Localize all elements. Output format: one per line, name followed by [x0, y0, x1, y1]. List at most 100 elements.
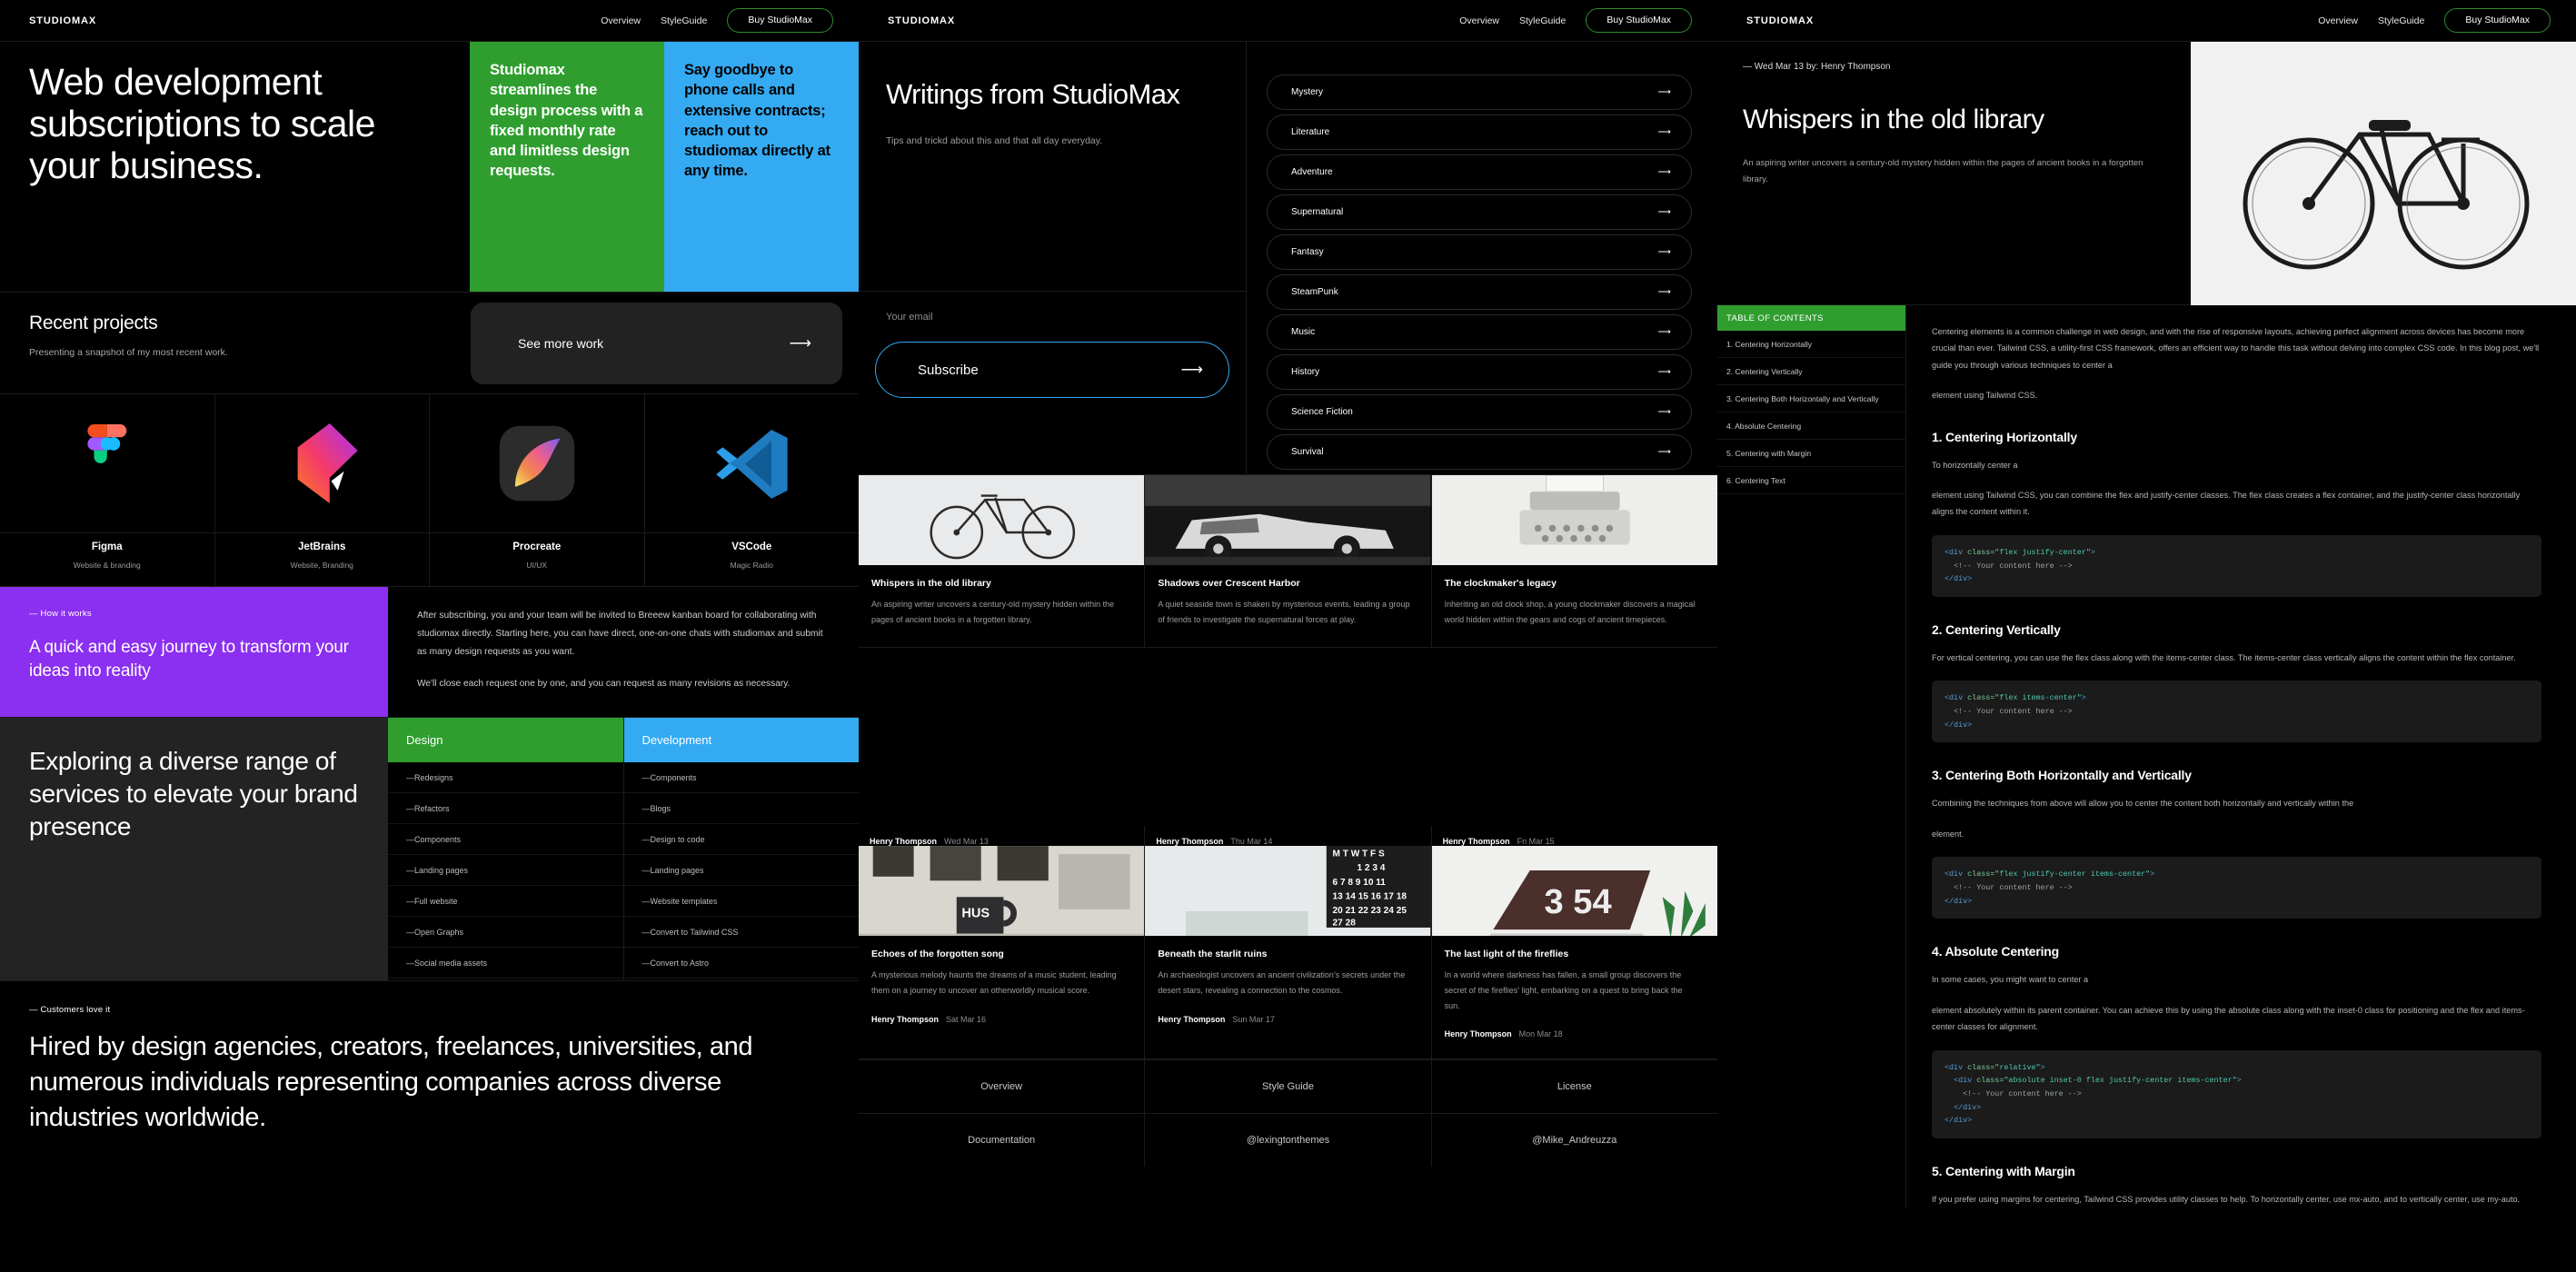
footer-link-overview[interactable]: Overview: [859, 1060, 1146, 1114]
footer-links-row-2: Documentation @lexingtonthemes @Mike_And…: [859, 1113, 1717, 1168]
article-card[interactable]: Shadows over Crescent Harbor A quiet sea…: [1145, 475, 1432, 648]
top-navigation-bar-2: STUDIOMAX Overview StyleGuide Buy Studio…: [859, 0, 1717, 42]
writings-subtitle: Tips and trickd about this and that all …: [886, 135, 1103, 147]
service-item[interactable]: —Components: [388, 824, 623, 855]
service-item[interactable]: —Open Graphs: [388, 917, 623, 948]
article-desc: Inheriting an old clock shop, a young cl…: [1444, 600, 1696, 624]
buy-studiomax-button[interactable]: Buy StudioMax: [727, 8, 833, 33]
footer-link-mike-andreuzza[interactable]: @Mike_Andreuzza: [1432, 1114, 1717, 1167]
article-hero-image: [2191, 42, 2576, 305]
project-logo-jetbrains[interactable]: [215, 394, 430, 532]
project-logo-vscode[interactable]: [645, 394, 860, 532]
byline-author: Henry Thompson: [1156, 837, 1224, 847]
article-intro-1: Centering elements is a common challenge…: [1932, 327, 2540, 370]
brand-logo[interactable]: STUDIOMAX: [29, 15, 96, 26]
service-item[interactable]: —Convert to Tailwind CSS: [623, 917, 859, 948]
toc-item[interactable]: 2. Centering Vertically: [1717, 358, 1905, 385]
arrow-right-icon: ⟶: [1657, 287, 1671, 297]
article-page-subtitle: An aspiring writer uncovers a century-ol…: [1743, 158, 2143, 185]
toc-item[interactable]: 5. Centering with Margin: [1717, 440, 1905, 467]
category-item[interactable]: Supernatural ⟶: [1267, 194, 1692, 230]
footer-link-lexingtonthemes[interactable]: @lexingtonthemes: [1145, 1114, 1432, 1168]
service-item[interactable]: —Landing pages: [388, 855, 623, 886]
category-item[interactable]: SteamPunk ⟶: [1267, 274, 1692, 310]
footer-link-style-guide[interactable]: Style Guide: [1145, 1060, 1432, 1114]
category-item[interactable]: Mystery ⟶: [1267, 75, 1692, 110]
buy-studiomax-button[interactable]: Buy StudioMax: [2444, 8, 2551, 33]
recent-projects-text: Recent projects Presenting a snapshot of…: [0, 293, 471, 393]
article-card[interactable]: 3 54 The last light of the fireflies In …: [1431, 846, 1717, 1058]
service-item[interactable]: —Components: [623, 762, 859, 793]
email-input[interactable]: Your email: [859, 291, 1246, 342]
article-title: Echoes of the forgotten song: [871, 949, 1004, 960]
service-item[interactable]: —Full website: [388, 886, 623, 917]
category-label: Mystery: [1291, 87, 1323, 97]
see-more-work-button[interactable]: See more work ⟶: [471, 302, 842, 384]
section-heading: 4. Absolute Centering: [1932, 944, 2059, 959]
category-item[interactable]: Science Fiction ⟶: [1267, 394, 1692, 430]
blank-gap: [859, 648, 1717, 826]
project-logo-procreate[interactable]: [430, 394, 645, 532]
project-logo-figma[interactable]: [0, 394, 215, 532]
vscode-logo-icon: [716, 430, 788, 499]
figma-logo-icon: [87, 424, 126, 463]
nav-link-styleguide[interactable]: StyleGuide: [1519, 15, 1566, 26]
toc-item[interactable]: 6. Centering Text: [1717, 467, 1905, 494]
article-card[interactable]: HUS Echoes of the forgotten song A myste…: [859, 846, 1146, 1059]
article-card-body: Shadows over Crescent Harbor A quiet sea…: [1145, 565, 1430, 647]
nav-links: Overview StyleGuide Buy StudioMax: [2318, 8, 2551, 33]
section-heading: 3. Centering Both Horizontally and Verti…: [1932, 768, 2192, 783]
service-item[interactable]: —Design to code: [623, 824, 859, 855]
article-card-body: The clockmaker's legacy Inheriting an ol…: [1432, 565, 1717, 647]
service-item[interactable]: —Landing pages: [623, 855, 859, 886]
service-item[interactable]: —Convert to Astro: [623, 948, 859, 979]
subscribe-button[interactable]: Subscribe ⟶: [875, 342, 1229, 398]
project-names-row: Figma Website & branding JetBrains Websi…: [0, 533, 859, 587]
article-card[interactable]: M T W T F S 1 2 3 4 6 7 8 9 10 11 13 14 …: [1145, 846, 1432, 1059]
category-label: Supernatural: [1291, 207, 1344, 217]
service-item[interactable]: —Website templates: [623, 886, 859, 917]
category-label: History: [1291, 367, 1320, 377]
category-item[interactable]: Music ⟶: [1267, 314, 1692, 350]
hero-blue-card: Say goodbye to phone calls and extensive…: [664, 42, 859, 292]
project-name: Procreate: [512, 542, 562, 552]
see-more-work-label: See more work: [518, 335, 604, 351]
service-item[interactable]: —Redesigns: [388, 762, 623, 793]
laptop-plant-photo: 3 54: [1431, 846, 1717, 937]
category-item[interactable]: Survival ⟶: [1267, 434, 1692, 470]
article-card[interactable]: Whispers in the old library An aspiring …: [859, 475, 1146, 648]
recent-projects-subtitle: Presenting a snapshot of my most recent …: [29, 347, 228, 358]
footer-link-license[interactable]: License: [1432, 1060, 1717, 1113]
footer-link-documentation[interactable]: Documentation: [859, 1114, 1146, 1168]
byline-date: Wed Mar 13: [944, 837, 989, 847]
service-item[interactable]: —Refactors: [388, 793, 623, 824]
arrow-right-icon: ⟶: [1657, 367, 1671, 377]
hero-title: Web development subscriptions to scale y…: [29, 61, 375, 186]
nav-link-styleguide[interactable]: StyleGuide: [2378, 15, 2424, 26]
category-item[interactable]: Adventure ⟶: [1267, 154, 1692, 190]
brand-logo[interactable]: STUDIOMAX: [1746, 15, 1814, 26]
toc-item[interactable]: 3. Centering Both Horizontally and Verti…: [1717, 385, 1905, 412]
brand-logo[interactable]: STUDIOMAX: [888, 15, 955, 26]
vintage-car-photo: [1145, 475, 1431, 565]
nav-link-styleguide[interactable]: StyleGuide: [661, 15, 707, 26]
services-design-header: Design: [388, 718, 623, 762]
writings-left: Writings from StudioMax Tips and trickd …: [859, 42, 1247, 474]
nav-link-overview[interactable]: Overview: [1459, 15, 1499, 26]
project-name: JetBrains: [298, 542, 346, 552]
subscribe-wrap: Subscribe ⟶: [859, 342, 1246, 398]
service-item[interactable]: —Social media assets: [388, 948, 623, 979]
category-item[interactable]: History ⟶: [1267, 354, 1692, 390]
nav-link-overview[interactable]: Overview: [601, 15, 641, 26]
category-item[interactable]: Fantasy ⟶: [1267, 234, 1692, 270]
calendar-desk-photo: M T W T F S 1 2 3 4 6 7 8 9 10 11 13 14 …: [1145, 846, 1431, 937]
services-development-column: Development —Components —Blogs —Design t…: [623, 718, 859, 980]
buy-studiomax-button[interactable]: Buy StudioMax: [1586, 8, 1692, 33]
category-item[interactable]: Literature ⟶: [1267, 114, 1692, 150]
toc-item[interactable]: 4. Absolute Centering: [1717, 412, 1905, 440]
service-item[interactable]: —Blogs: [623, 793, 859, 824]
article-card[interactable]: The clockmaker's legacy Inheriting an ol…: [1431, 475, 1717, 647]
arrow-right-icon: ⟶: [1657, 327, 1671, 337]
nav-link-overview[interactable]: Overview: [2318, 15, 2358, 26]
toc-item[interactable]: 1. Centering Horizontally: [1717, 331, 1905, 358]
